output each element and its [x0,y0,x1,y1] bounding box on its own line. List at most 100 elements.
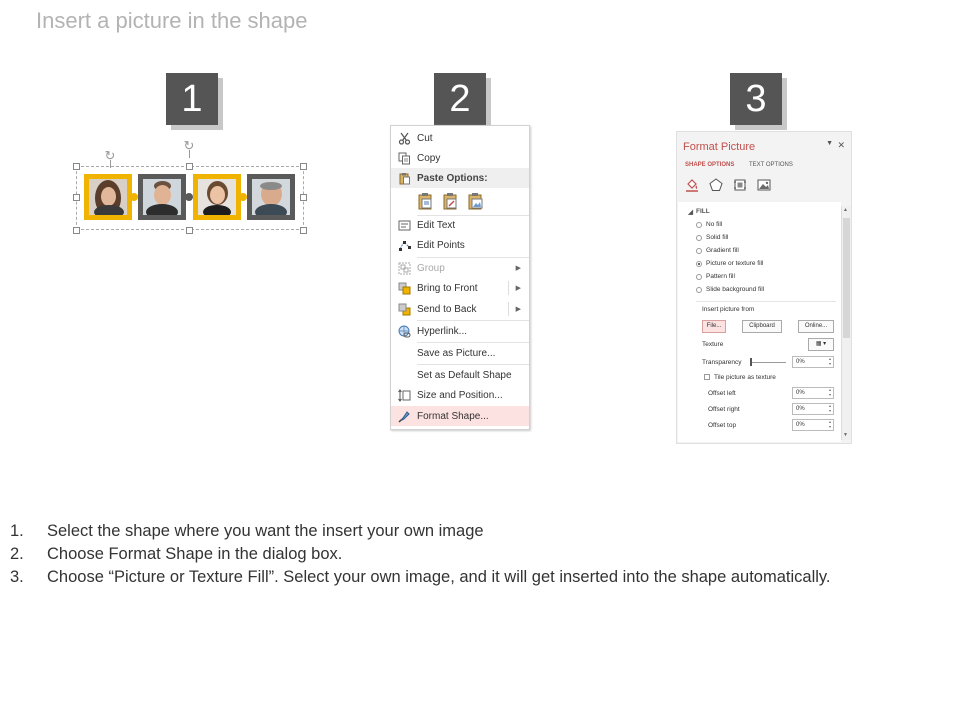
offset-top-input[interactable]: 0% [792,419,834,431]
offset-right-input[interactable]: 0% [792,403,834,415]
tab-shape-options[interactable]: SHAPE OPTIONS [685,162,755,168]
hyperlink-icon [391,325,417,338]
clipboard-button[interactable]: Clipboard [742,320,782,333]
texture-picker-icon[interactable]: ▦ ▾ [808,338,834,351]
paste-use-destination-theme-icon[interactable] [417,192,434,213]
instructions-list: 1. Select the shape where you want the i… [10,522,950,591]
resize-handle[interactable] [300,227,307,234]
resize-handle[interactable] [300,194,307,201]
menu-item-set-default-shape[interactable]: Set as Default Shape [391,365,529,385]
radio-solid-fill[interactable] [696,235,702,241]
format-picture-pane: Format Picture ▼ ✕ SHAPE OPTIONS TEXT OP… [676,131,852,444]
picture-icon[interactable] [757,178,771,192]
menu-label: Edit Points [417,239,465,251]
resize-handle[interactable] [73,194,80,201]
size-position-icon [391,388,417,402]
menu-label: Size and Position... [417,389,503,401]
label-offset-top: Offset top [708,422,737,429]
pane-content: ◢ FILL No fill Solid fill Gradient fill … [678,202,841,442]
instruction-text: Choose “Picture or Texture Fill”. Select… [47,568,831,586]
transparency-input[interactable]: 0% [792,356,834,368]
resize-handle[interactable] [73,163,80,170]
photo-frame-2[interactable] [138,174,186,220]
edit-text-icon [391,219,417,232]
step-badge-1: 1 [166,73,218,125]
menu-item-send-to-back[interactable]: Send to Back ▶ [391,299,529,319]
tab-text-options[interactable]: TEXT OPTIONS [749,162,819,168]
online-button[interactable]: Online... [798,320,834,333]
effects-pentagon-icon[interactable] [709,178,723,192]
resize-handle[interactable] [300,163,307,170]
pane-options-dropdown-icon[interactable]: ▼ [826,140,833,147]
radio-slide-background-fill[interactable] [696,287,702,293]
scroll-down-icon[interactable]: ▼ [843,432,848,438]
file-button[interactable]: File... [702,320,726,333]
offset-left-input[interactable]: 0% [792,387,834,399]
label-texture: Texture [702,341,724,348]
radio-gradient-fill[interactable] [696,248,702,254]
menu-label: Group [417,262,445,274]
transparency-slider-thumb[interactable] [750,358,752,366]
fill-section-toggle-icon[interactable]: ◢ [688,208,693,216]
menu-item-cut[interactable]: Cut [391,128,529,148]
group-icon [391,262,417,275]
submenu-arrow-icon[interactable]: ▶ [516,305,521,313]
label-insert-picture-from: Insert picture from [702,306,755,313]
section-fill-header[interactable]: FILL [696,208,710,215]
instruction-item: 1. Select the shape where you want the i… [10,522,950,545]
pane-scrollbar[interactable]: ▲ ▼ [841,206,851,440]
menu-label: Send to Back [417,303,477,315]
radio-pattern-fill[interactable] [696,274,702,280]
radio-picture-texture-fill[interactable] [696,261,702,267]
menu-item-copy[interactable]: Copy [391,148,529,168]
menu-item-edit-points[interactable]: Edit Points [391,235,529,255]
photo-frame-4[interactable] [247,174,295,220]
step-badge-2: 2 [434,73,486,125]
instruction-number: 3. [10,568,24,586]
resize-handle[interactable] [186,163,193,170]
split-divider [508,281,509,295]
menu-label: Save as Picture... [417,347,496,359]
transparency-slider-track[interactable] [750,362,786,363]
resize-handle[interactable] [186,227,193,234]
fill-line-icon[interactable] [685,178,699,192]
label-tile-picture: Tile picture as texture [714,374,776,381]
menu-item-group[interactable]: Group ▶ [391,258,529,278]
menu-item-save-as-picture[interactable]: Save as Picture... [391,343,529,363]
menu-label: Paste Options: [417,172,488,184]
menu-header-paste-options: Paste Options: [391,168,529,188]
resize-handle[interactable] [73,227,80,234]
rotate-handle-icon[interactable]: ↻ [103,149,117,163]
section-divider [696,301,836,302]
menu-label: Copy [417,152,441,164]
scroll-up-icon[interactable]: ▲ [843,207,848,213]
adjust-handle[interactable] [239,193,247,201]
label-gradient-fill: Gradient fill [706,247,739,254]
menu-item-size-and-position[interactable]: Size and Position... [391,385,529,405]
adjust-handle[interactable] [185,193,193,201]
menu-item-edit-text[interactable]: Edit Text [391,215,529,235]
split-divider [508,302,509,316]
paste-as-picture-icon[interactable] [467,192,484,213]
tile-picture-checkbox[interactable] [704,374,710,380]
menu-item-bring-to-front[interactable]: Bring to Front ▶ [391,278,529,298]
paste-keep-formatting-icon[interactable] [442,192,459,213]
step-badge-3: 3 [730,73,782,125]
photo-frame-1[interactable] [84,174,132,220]
scroll-thumb[interactable] [843,218,850,338]
rotate-handle-icon[interactable]: ↻ [182,139,196,153]
instruction-text: Select the shape where you want the inse… [47,522,484,540]
menu-item-format-shape[interactable]: Format Shape... [391,406,529,426]
menu-label: Hyperlink... [417,325,468,337]
menu-item-hyperlink[interactable]: Hyperlink... [391,321,529,341]
submenu-arrow-icon[interactable]: ▶ [516,284,521,292]
radio-no-fill[interactable] [696,222,702,228]
pane-title: Format Picture [683,141,756,153]
instruction-text: Choose Format Shape in the dialog box. [47,545,343,563]
close-icon[interactable]: ✕ [837,140,845,151]
menu-label: Format Shape... [417,410,489,422]
adjust-handle[interactable] [130,193,138,201]
photo-frame-3[interactable] [193,174,241,220]
label-solid-fill: Solid fill [706,234,729,241]
size-properties-icon[interactable] [733,178,747,192]
